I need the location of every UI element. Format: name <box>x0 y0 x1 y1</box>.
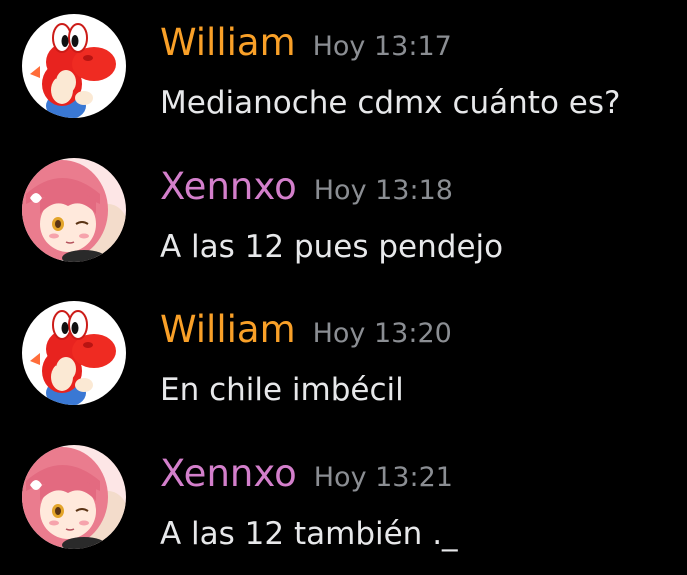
message-timestamp: Hoy 13:18 <box>313 175 453 206</box>
avatar[interactable] <box>22 14 126 118</box>
message-header: William Hoy 13:17 <box>160 19 452 71</box>
author-name[interactable]: William <box>160 306 296 354</box>
message-text: En chile imbécil <box>160 372 404 408</box>
message-timestamp: Hoy 13:20 <box>312 318 452 349</box>
message-timestamp: Hoy 13:17 <box>312 31 452 62</box>
avatar[interactable] <box>22 158 126 262</box>
message-text: A las 12 también ._ <box>160 516 458 552</box>
author-name[interactable]: Xennxo <box>160 163 297 211</box>
message-timestamp: Hoy 13:21 <box>313 462 453 493</box>
avatar[interactable] <box>22 445 126 549</box>
chat-log: William Hoy 13:17 Medianoche cdmx cuánto… <box>0 0 687 575</box>
message-item: William Hoy 13:17 Medianoche cdmx cuánto… <box>0 0 687 130</box>
message-item: William Hoy 13:20 En chile imbécil <box>0 287 687 417</box>
author-name[interactable]: Xennxo <box>160 450 297 498</box>
message-item: Xennxo Hoy 13:21 A las 12 también ._ <box>0 431 687 561</box>
message-header: Xennxo Hoy 13:21 <box>160 450 453 502</box>
anime-girl-icon <box>22 158 126 262</box>
message-header: Xennxo Hoy 13:18 <box>160 163 453 215</box>
message-text: A las 12 pues pendejo <box>160 229 504 265</box>
message-header: William Hoy 13:20 <box>160 306 452 358</box>
avatar[interactable] <box>22 301 126 405</box>
message-item: Xennxo Hoy 13:18 A las 12 pues pendejo <box>0 144 687 274</box>
anime-girl-icon <box>22 445 126 549</box>
message-text: Medianoche cdmx cuánto es? <box>160 85 621 121</box>
red-yoshi-icon <box>22 301 126 405</box>
red-yoshi-icon <box>22 14 126 118</box>
author-name[interactable]: William <box>160 19 296 67</box>
